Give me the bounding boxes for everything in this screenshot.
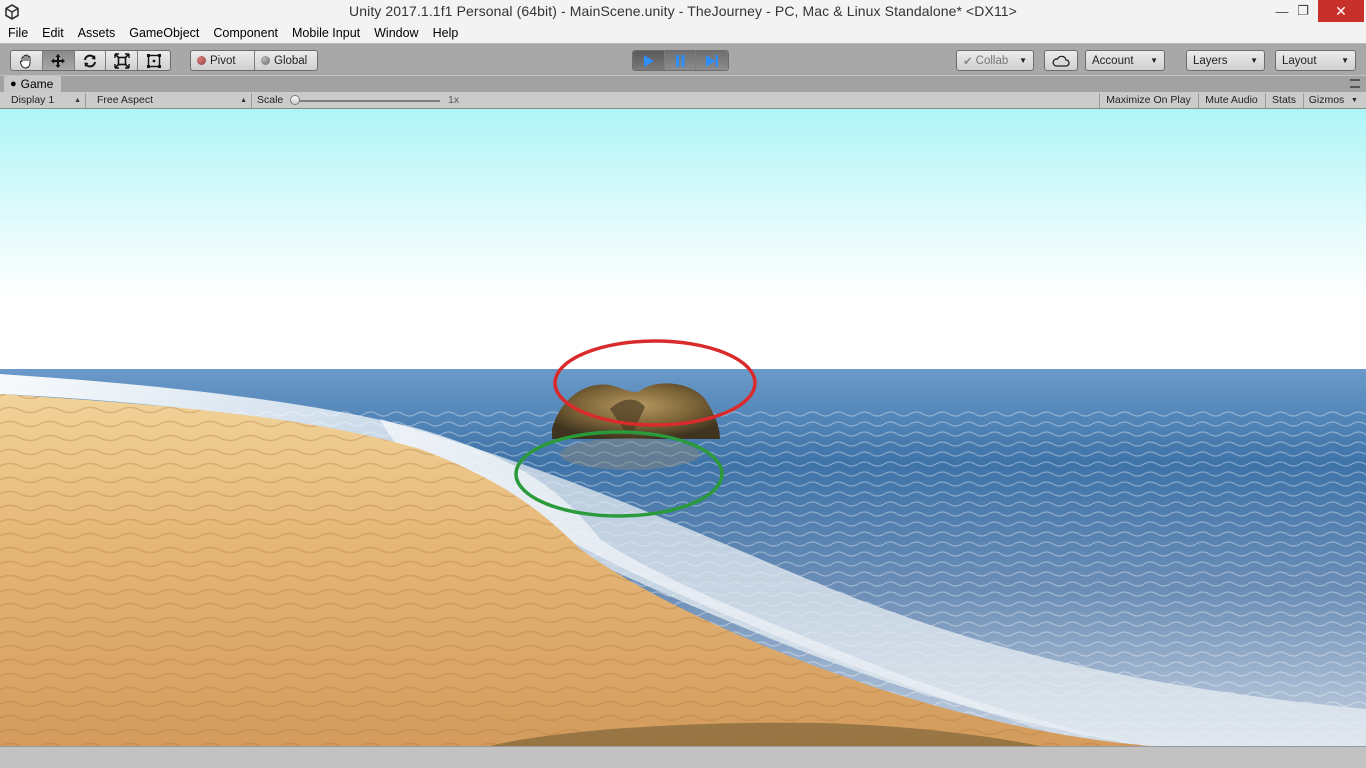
mute-audio-toggle[interactable]: Mute Audio xyxy=(1198,93,1264,108)
menu-edit[interactable]: Edit xyxy=(35,24,71,43)
game-tab-bar: ● Game xyxy=(0,76,1366,92)
menu-help[interactable]: Help xyxy=(426,24,466,43)
cloud-button[interactable] xyxy=(1044,50,1078,71)
rock-reflection xyxy=(560,438,700,470)
scale-slider-thumb[interactable] xyxy=(290,95,300,105)
scale-label: Scale xyxy=(257,94,284,106)
menu-bar: File Edit Assets GameObject Component Mo… xyxy=(0,24,1366,43)
check-icon: ✔ xyxy=(963,55,973,68)
main-toolbar: Pivot Global ✔ Collab ▼ Account ▼ Layers… xyxy=(0,43,1366,75)
rect-tool-icon[interactable] xyxy=(138,51,170,70)
layers-label: Layers xyxy=(1193,54,1228,67)
chevron-down-icon[interactable]: ▼ xyxy=(1351,93,1358,108)
status-bar xyxy=(0,746,1366,768)
sky xyxy=(0,109,1366,371)
globe-icon xyxy=(261,56,270,65)
step-icon[interactable] xyxy=(696,51,728,70)
maximize-on-play-toggle[interactable]: Maximize On Play xyxy=(1099,93,1197,108)
menu-window[interactable]: Window xyxy=(367,24,425,43)
global-label: Global xyxy=(274,54,308,67)
restore-icon[interactable]: ❐ xyxy=(1288,0,1318,22)
hand-tool-icon[interactable] xyxy=(11,51,43,70)
chevron-down-icon: ▼ xyxy=(1341,56,1349,65)
transform-tools xyxy=(10,50,171,71)
game-viewport[interactable] xyxy=(0,109,1366,746)
menu-file[interactable]: File xyxy=(0,24,35,43)
tab-menu-icon[interactable] xyxy=(1350,79,1360,88)
tab-game-label: Game xyxy=(20,77,54,91)
display-dropdown[interactable]: Display 1 ▲ xyxy=(6,93,86,108)
tab-game[interactable]: ● Game xyxy=(4,76,62,92)
window-title: Unity 2017.1.1f1 Personal (64bit) - Main… xyxy=(349,3,1017,19)
layout-dropdown[interactable]: Layout ▼ xyxy=(1275,50,1356,71)
pivot-button[interactable]: Pivot xyxy=(191,51,255,70)
game-scene xyxy=(0,109,1366,746)
stats-toggle[interactable]: Stats xyxy=(1265,93,1302,108)
play-icon[interactable] xyxy=(633,51,665,70)
collab-button[interactable]: ✔ Collab ▼ xyxy=(956,50,1034,71)
rotate-tool-icon[interactable] xyxy=(75,51,107,70)
updown-arrows-icon: ▲ xyxy=(240,97,247,104)
pivot-icon xyxy=(197,56,206,65)
pivot-label: Pivot xyxy=(210,54,236,67)
cloud-icon xyxy=(1052,55,1070,67)
play-controls xyxy=(632,50,729,71)
scale-tool-icon[interactable] xyxy=(106,51,139,70)
global-button[interactable]: Global xyxy=(255,51,317,70)
title-bar: Unity 2017.1.1f1 Personal (64bit) - Main… xyxy=(0,0,1366,24)
aspect-dropdown[interactable]: Free Aspect ▲ xyxy=(92,93,252,108)
menu-mobile-input[interactable]: Mobile Input xyxy=(285,24,367,43)
chevron-down-icon: ▼ xyxy=(1019,56,1027,65)
game-controller-icon: ● xyxy=(10,78,17,90)
account-label: Account xyxy=(1092,54,1134,67)
pivot-global-toggle: Pivot Global xyxy=(190,50,318,71)
layout-label: Layout xyxy=(1282,54,1317,67)
pause-icon[interactable] xyxy=(664,51,697,70)
move-tool-icon[interactable] xyxy=(42,51,75,70)
chevron-down-icon: ▼ xyxy=(1250,56,1258,65)
menu-assets[interactable]: Assets xyxy=(71,24,123,43)
game-view-controls: Display 1 ▲ Free Aspect ▲ Scale 1x Maxim… xyxy=(0,92,1366,109)
layers-dropdown[interactable]: Layers ▼ xyxy=(1186,50,1265,71)
chevron-down-icon: ▼ xyxy=(1150,56,1158,65)
display-label: Display 1 xyxy=(11,94,55,106)
aspect-label: Free Aspect xyxy=(97,94,154,106)
scale-value: 1x xyxy=(448,94,460,106)
collab-label: Collab xyxy=(975,54,1009,67)
updown-arrows-icon: ▲ xyxy=(74,97,81,104)
account-dropdown[interactable]: Account ▼ xyxy=(1085,50,1165,71)
menu-component[interactable]: Component xyxy=(206,24,285,43)
close-icon[interactable]: ✕ xyxy=(1318,0,1364,22)
menu-gameobject[interactable]: GameObject xyxy=(122,24,206,43)
scale-slider-track[interactable] xyxy=(294,100,440,102)
